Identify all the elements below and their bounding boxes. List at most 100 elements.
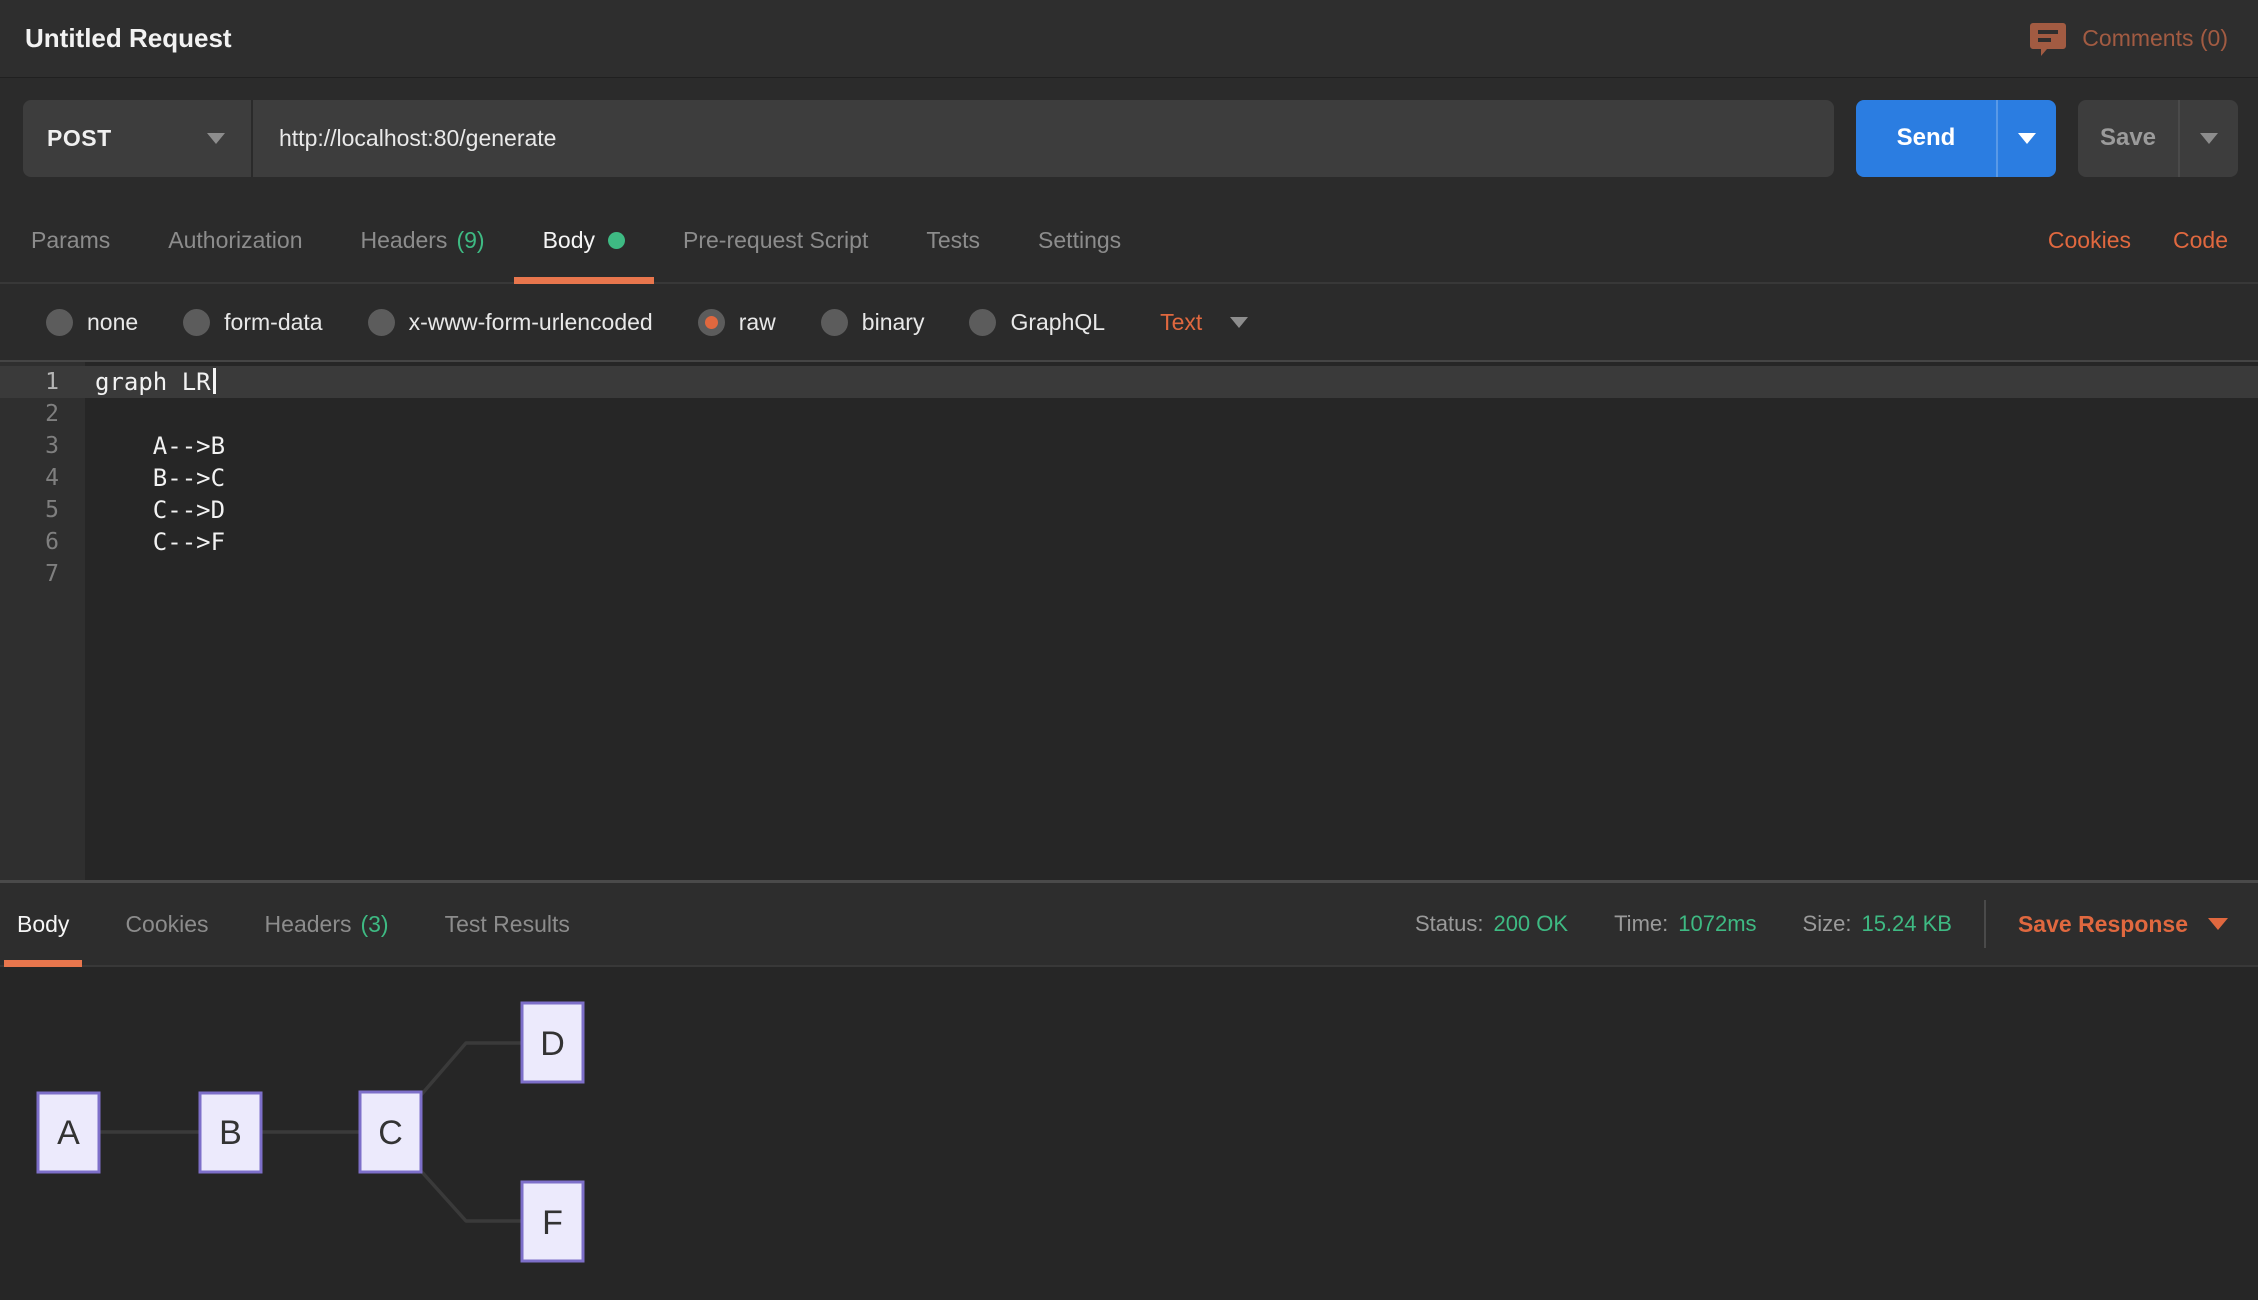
line-number: 2 (0, 398, 85, 430)
url-box: POST http://localhost:80/generate (23, 100, 1834, 177)
line-number: 4 (0, 462, 85, 494)
tab-label: Test Results (445, 911, 570, 938)
response-tabs: Body Cookies Headers (3) Test Results (4, 883, 583, 965)
tab-authorization[interactable]: Authorization (139, 198, 331, 282)
line-number: 3 (0, 430, 85, 462)
radio-icon (183, 309, 210, 336)
node-b: B (200, 1093, 261, 1172)
method-label: POST (47, 125, 112, 152)
tab-label: Body (543, 227, 595, 254)
body-editor[interactable]: 1 2 3 4 5 6 7 graph LR A-->B B-->C C-->D… (0, 360, 2258, 883)
flowchart-diagram: A B C D F (0, 967, 700, 1300)
line-number: 1 (0, 366, 85, 398)
editor-content[interactable]: graph LR A-->B B-->C C-->D C-->F (85, 362, 2258, 880)
code-line: C-->F (95, 526, 2258, 558)
size-value: 15.24 KB (1861, 911, 1952, 937)
tab-headers[interactable]: Headers (9) (332, 198, 514, 282)
response-meta: Status: 200 OK Time: 1072ms Size: 15.24 … (1369, 883, 2228, 965)
code-line: graph LR (95, 366, 2258, 398)
save-response-label: Save Response (2018, 911, 2188, 938)
page-title: Untitled Request (25, 23, 232, 54)
url-value: http://localhost:80/generate (279, 125, 556, 152)
tab-pre-request-script[interactable]: Pre-request Script (654, 198, 897, 282)
radio-icon (821, 309, 848, 336)
send-button[interactable]: Send (1856, 100, 1996, 177)
tab-links: Cookies Code (2048, 198, 2228, 282)
code-text: C-->F (95, 528, 225, 556)
response-tab-cookies[interactable]: Cookies (112, 883, 221, 965)
line-numbers: 1 2 3 4 5 6 7 (0, 362, 85, 880)
code-link[interactable]: Code (2173, 227, 2228, 254)
tab-label: Headers (265, 911, 352, 938)
body-type-raw[interactable]: raw (698, 309, 776, 336)
send-dropdown-button[interactable] (1996, 100, 2056, 177)
method-select[interactable]: POST (23, 100, 253, 177)
radio-icon (368, 309, 395, 336)
node-f: F (522, 1182, 583, 1261)
tab-label: Settings (1038, 227, 1121, 254)
body-type-urlencoded[interactable]: x-www-form-urlencoded (368, 309, 653, 336)
edge-c-d (421, 1043, 522, 1095)
comment-icon (2030, 22, 2066, 56)
chevron-down-icon (1230, 317, 1248, 328)
request-tabs: Params Authorization Headers (9) Body Pr… (0, 198, 2258, 284)
save-response-button[interactable]: Save Response (2018, 911, 2228, 938)
comments-button[interactable]: Comments (0) (2030, 22, 2228, 56)
node-label: A (57, 1114, 80, 1152)
comments-label: Comments (0) (2082, 25, 2228, 52)
body-type-binary[interactable]: binary (821, 309, 925, 336)
line-number: 6 (0, 526, 85, 558)
status-indicator: Status: 200 OK (1415, 911, 1568, 937)
node-label: F (542, 1204, 563, 1242)
response-tab-headers[interactable]: Headers (3) (252, 883, 402, 965)
tab-label: Tests (926, 227, 980, 254)
radio-label: raw (739, 309, 776, 336)
code-line (95, 398, 2258, 430)
chevron-down-icon (2208, 918, 2228, 930)
edge-c-f (421, 1171, 522, 1221)
time-indicator: Time: 1072ms (1614, 911, 1756, 937)
body-type-none[interactable]: none (46, 309, 138, 336)
node-label: B (219, 1114, 242, 1152)
tab-label: Cookies (125, 911, 208, 938)
body-type-form-data[interactable]: form-data (183, 309, 322, 336)
body-type-graphql[interactable]: GraphQL (969, 309, 1105, 336)
response-tab-body[interactable]: Body (4, 883, 82, 965)
save-button[interactable]: Save (2078, 100, 2178, 177)
tab-params[interactable]: Params (2, 198, 139, 282)
chevron-down-icon (207, 133, 225, 144)
radio-label: GraphQL (1010, 309, 1105, 336)
radio-label: x-www-form-urlencoded (409, 309, 653, 336)
tab-label: Pre-request Script (683, 227, 868, 254)
node-label: C (378, 1114, 403, 1152)
radio-label: none (87, 309, 138, 336)
app-window: Untitled Request Comments (0) POST http:… (0, 0, 2258, 1300)
node-c: C (360, 1092, 421, 1172)
radio-label: binary (862, 309, 925, 336)
body-present-dot (608, 232, 625, 249)
tab-label: Headers (361, 227, 448, 254)
code-line: C-->D (95, 494, 2258, 526)
tab-settings[interactable]: Settings (1009, 198, 1150, 282)
code-line: A-->B (95, 430, 2258, 462)
tab-body[interactable]: Body (514, 198, 654, 282)
node-label: D (540, 1025, 565, 1063)
url-input[interactable]: http://localhost:80/generate (253, 100, 1834, 177)
cookies-link[interactable]: Cookies (2048, 227, 2131, 254)
radio-icon (46, 309, 73, 336)
chevron-down-icon (2018, 133, 2036, 144)
chevron-down-icon (2200, 133, 2218, 144)
radio-icon (969, 309, 996, 336)
status-value: 200 OK (1493, 911, 1568, 937)
text-cursor (213, 368, 216, 394)
save-dropdown-button[interactable] (2178, 100, 2238, 177)
response-tab-test-results[interactable]: Test Results (432, 883, 583, 965)
node-a: A (38, 1093, 99, 1172)
size-indicator: Size: 15.24 KB (1803, 911, 1952, 937)
tab-tests[interactable]: Tests (897, 198, 1009, 282)
format-select[interactable]: Text (1160, 309, 1248, 336)
topbar: Untitled Request Comments (0) (0, 0, 2258, 78)
tab-label: Body (17, 911, 69, 938)
status-label: Status: (1415, 911, 1483, 937)
tab-label: Authorization (168, 227, 302, 254)
